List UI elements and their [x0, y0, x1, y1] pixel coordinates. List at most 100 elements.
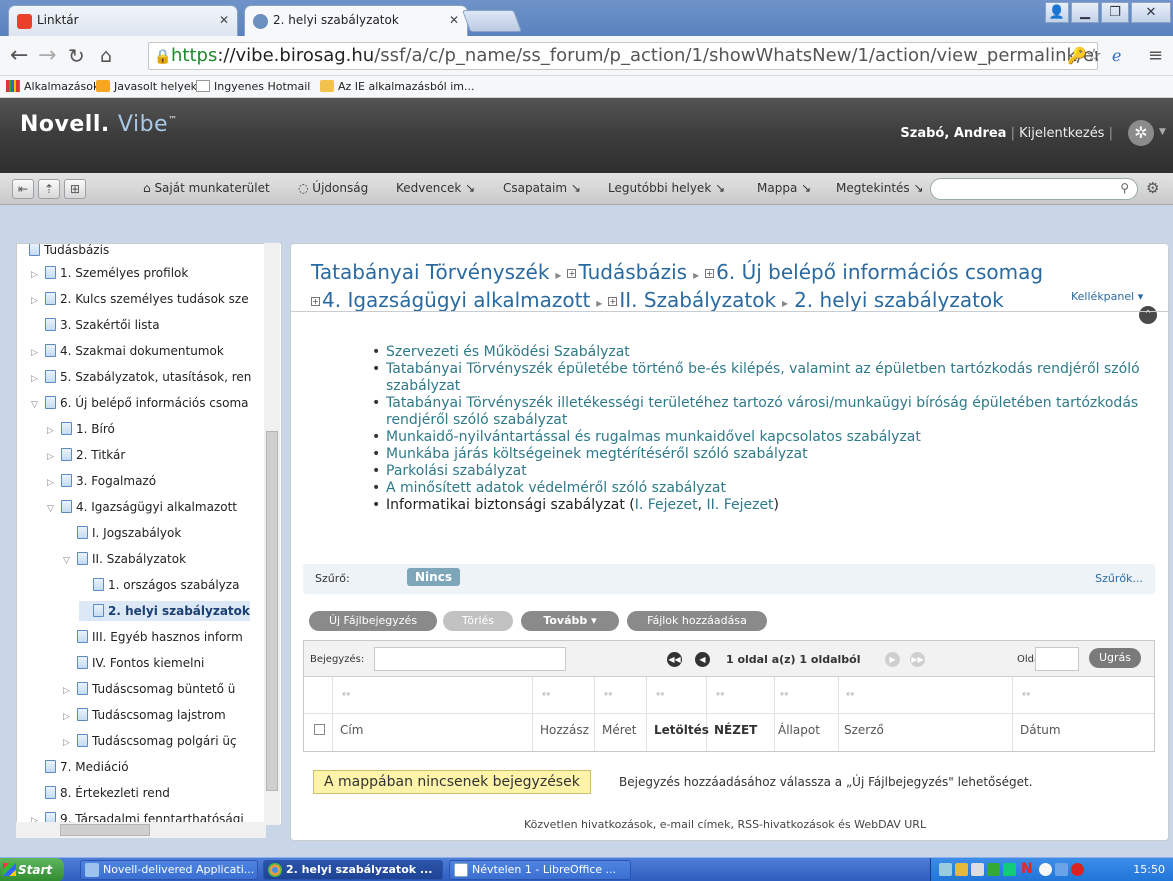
regulation-link[interactable]: Tatabányai Törvényszék illetékességi ter…	[372, 395, 1146, 429]
chapter-link[interactable]: II. Fejezet	[707, 497, 774, 513]
tree-item[interactable]: 3. Szakértői lista	[31, 315, 160, 335]
new-file-entry-button[interactable]: Új Fájlbejegyzés	[309, 611, 437, 631]
breadcrumb-link[interactable]: II. Szabályzatok	[619, 288, 776, 312]
scrollbar-thumb[interactable]	[60, 824, 150, 836]
browser-tab-helyi-szabalyzatok[interactable]: 2. helyi szabályzatok ✕	[244, 5, 468, 36]
volume-icon[interactable]	[971, 863, 984, 876]
tree-item[interactable]: IV. Fontos kiemelni	[63, 653, 204, 673]
resize-column-icon[interactable]: ↔	[846, 689, 854, 700]
kellekpanel-toggle[interactable]: Kellékpanel ▾	[1071, 290, 1143, 303]
search-icon[interactable]: ⚲	[1120, 181, 1129, 195]
tree-item[interactable]: ▷ 2. Kulcs személyes tudások sze	[31, 289, 249, 309]
bookmark-apps[interactable]: Alkalmazások	[6, 80, 99, 93]
expand-node-icon[interactable]: ▷	[47, 473, 61, 493]
nav-folder[interactable]: Mappa ↘	[757, 181, 811, 195]
tree-item[interactable]: 2. helyi szabályzatok	[79, 601, 250, 621]
chapter-link[interactable]: I. Fejezet	[635, 497, 698, 513]
column-header[interactable]: Méret	[602, 723, 637, 737]
expand-node-icon[interactable]: ▷	[31, 343, 45, 363]
user-name-link[interactable]: Szabó, Andrea	[900, 126, 1006, 141]
previous-page-icon[interactable]: ◀	[695, 652, 710, 667]
home-icon[interactable]: ⌂	[100, 43, 112, 69]
resize-column-icon[interactable]: ↔	[716, 689, 724, 700]
tree-item[interactable]: I. Jogszabályok	[63, 523, 181, 543]
user-profile-icon[interactable]: 👤	[1045, 2, 1069, 23]
close-tab-icon[interactable]: ✕	[219, 13, 229, 27]
tree-item[interactable]: ▷ Tudáscsomag lajstrom	[63, 705, 226, 725]
tray-icon[interactable]	[1039, 863, 1052, 876]
network-icon[interactable]	[939, 863, 952, 876]
chevron-down-icon[interactable]: ▼	[1159, 127, 1166, 137]
column-header[interactable]: NÉZET	[714, 723, 757, 737]
breadcrumb-link[interactable]: 4. Igazságügyi alkalmazott	[322, 288, 590, 312]
key-icon[interactable]: 🔑	[1067, 43, 1087, 69]
column-divider[interactable]	[332, 677, 333, 751]
tree-item[interactable]: ▷ 5. Szabályzatok, utasítások, ren	[31, 367, 251, 387]
column-divider[interactable]	[532, 677, 533, 751]
page-number-input[interactable]	[1035, 647, 1079, 671]
expand-node-icon[interactable]: ▷	[63, 707, 77, 727]
start-button[interactable]: Start	[0, 858, 64, 881]
column-header[interactable]: Dátum	[1020, 723, 1061, 737]
tree-item[interactable]: ▷ Tudáscsomag büntető ü	[63, 679, 235, 699]
breadcrumb-link[interactable]: 6. Új belépő információs csomag	[716, 260, 1043, 284]
menu-icon[interactable]: ≡	[1148, 43, 1163, 69]
expand-icon[interactable]: +	[567, 269, 577, 278]
sidebar-horizontal-scrollbar[interactable]	[16, 822, 266, 838]
antivirus-icon[interactable]	[987, 863, 1000, 876]
expand-node-icon[interactable]: ▷	[31, 265, 45, 285]
column-divider[interactable]	[594, 677, 595, 751]
nav-teams[interactable]: Csapataim ↘	[503, 181, 581, 195]
delete-button[interactable]: Törlés	[443, 611, 513, 631]
close-window-button[interactable]: ✕	[1131, 2, 1171, 23]
expand-icon[interactable]: +	[705, 269, 715, 278]
column-divider[interactable]	[1012, 677, 1013, 751]
scrollbar-thumb[interactable]	[266, 431, 278, 791]
breadcrumb-link[interactable]: 2. helyi szabályzatok	[794, 288, 1004, 312]
nav-my-workspace[interactable]: ⌂ Saját munkaterület	[143, 181, 270, 195]
tree-item[interactable]: ▷ Tudáscsomag polgári üç	[63, 731, 237, 751]
tree-item[interactable]: ▷ 2. Titkár	[47, 445, 125, 465]
expand-node-icon[interactable]: ▷	[63, 733, 77, 753]
bookmark-suggested[interactable]: Javasolt helyek	[96, 80, 197, 93]
tree-item[interactable]: III. Egyéb hasznos inform	[63, 627, 243, 647]
nav-view[interactable]: Megtekintés ↘	[836, 181, 924, 195]
address-bar[interactable]: 🔒 https://vibe.birosag.hu/ssf/a/c/p_name…	[148, 42, 1098, 70]
regulation-link[interactable]: Szervezeti és Működési Szabályzat	[372, 344, 1146, 361]
select-all-checkbox[interactable]	[314, 724, 325, 735]
back-arrow-icon[interactable]: ←	[10, 43, 28, 69]
column-divider[interactable]	[646, 677, 647, 751]
new-tab-button[interactable]	[461, 10, 523, 32]
column-divider[interactable]	[774, 677, 775, 751]
resize-column-icon[interactable]: ↔	[1022, 689, 1030, 700]
tree-item[interactable]: ▷ 4. Szakmai dokumentumok	[31, 341, 224, 361]
expand-icon[interactable]: +	[608, 297, 618, 306]
regulation-link[interactable]: Munkába járás költségeinek megtérítésérő…	[372, 446, 1146, 463]
column-header[interactable]: Szerző	[844, 723, 884, 737]
filters-link[interactable]: Szűrők...	[1095, 572, 1143, 585]
tree-item[interactable]: ▽ 6. Új belépő információs csoma	[31, 393, 249, 413]
browser-tab-linktar[interactable]: Linktár ✕	[8, 5, 238, 36]
resize-column-icon[interactable]: ↔	[604, 689, 612, 700]
breadcrumb-link[interactable]: Tudásbázis	[578, 260, 687, 284]
ie-tab-icon[interactable]: ℯ	[1112, 43, 1121, 69]
filter-value-badge[interactable]: Nincs	[407, 568, 460, 586]
tree-item[interactable]: 7. Mediáció	[31, 757, 129, 777]
sidebar-vertical-scrollbar[interactable]	[264, 243, 280, 825]
entry-jump-input[interactable]	[374, 647, 566, 671]
expand-node-icon[interactable]: ▷	[63, 681, 77, 701]
expand-icon[interactable]: +	[311, 297, 320, 306]
security-icon[interactable]	[1071, 863, 1084, 876]
expand-node-icon[interactable]: ▷	[31, 291, 45, 311]
tree-item[interactable]: ▽ 4. Igazságügyi alkalmazott	[47, 497, 237, 517]
nav-recent-places[interactable]: Legutóbbi helyek ↘	[608, 181, 725, 195]
regulation-link[interactable]: Parkolási szabályzat	[372, 463, 1146, 480]
resize-column-icon[interactable]: ↔	[542, 689, 550, 700]
regulation-link[interactable]: Tatabányai Törvényszék épületébe történő…	[372, 361, 1146, 395]
column-header[interactable]: Cím	[340, 723, 363, 737]
close-tab-icon[interactable]: ✕	[449, 13, 459, 27]
maximize-button[interactable]: ❐	[1101, 2, 1129, 23]
column-header[interactable]: Állapot	[778, 723, 820, 737]
last-page-icon[interactable]: ▶▶	[910, 652, 925, 667]
bookmark-ie-import[interactable]: Az IE alkalmazásból im...	[320, 80, 475, 93]
